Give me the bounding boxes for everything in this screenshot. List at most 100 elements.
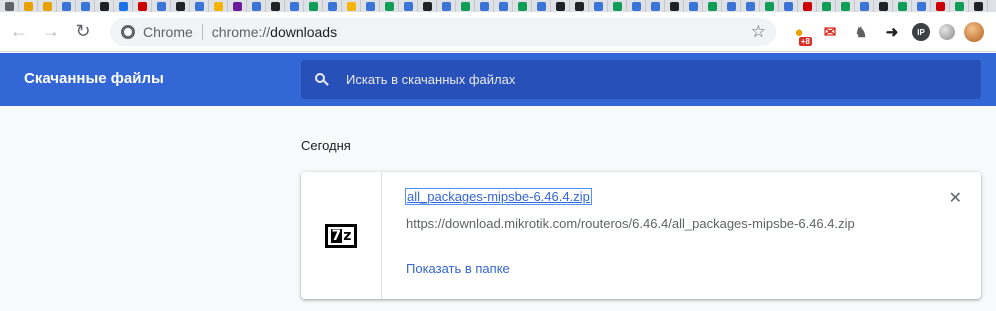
address-bar[interactable]: Chrome chrome://downloads ☆ [110,18,776,46]
back-arrow-icon[interactable]: ← [6,19,32,45]
browser-tab[interactable] [513,0,532,12]
bookmark-star-icon[interactable]: ☆ [751,22,766,42]
browser-tab[interactable] [19,0,38,12]
tab-favicon-icon [802,1,812,11]
browser-tab[interactable] [171,0,190,12]
tab-favicon-icon [251,1,261,11]
browser-tab[interactable] [741,0,760,12]
chrome-icon [121,25,135,39]
reload-icon[interactable]: ↻ [70,19,96,45]
spy-extension-icon[interactable]: ♞ [850,21,872,43]
browser-tab[interactable] [133,0,152,12]
tab-favicon-icon [555,1,565,11]
browser-tab[interactable] [760,0,779,12]
browser-tab[interactable] [817,0,836,12]
browser-tab[interactable] [665,0,684,12]
browser-tab[interactable] [456,0,475,12]
browser-tab[interactable] [779,0,798,12]
browser-tab[interactable] [437,0,456,12]
browser-tab[interactable] [627,0,646,12]
file-source-url: https://download.mikrotik.com/routeros/6… [406,216,855,231]
browser-tab[interactable] [247,0,266,12]
site-chip-label: Chrome [143,24,193,40]
browser-tab[interactable] [722,0,741,12]
browser-tab[interactable] [855,0,874,12]
7zip-file-icon: 7z [325,223,357,248]
browser-tab[interactable] [969,0,988,12]
browser-tab[interactable] [57,0,76,12]
browser-tab[interactable] [836,0,855,12]
browser-tab[interactable] [703,0,722,12]
browser-tab[interactable] [532,0,551,12]
tab-favicon-icon [593,1,603,11]
tab-strip [0,0,996,12]
browser-tab[interactable] [608,0,627,12]
tab-favicon-icon [631,1,641,11]
tab-favicon-icon [517,1,527,11]
browser-tab[interactable] [684,0,703,12]
browser-tab[interactable] [551,0,570,12]
globe-extension-icon[interactable] [939,24,955,40]
forward-arrow-icon[interactable]: → [38,19,64,45]
browser-tab[interactable] [190,0,209,12]
tab-favicon-icon [935,1,945,11]
tab-favicon-icon [422,1,432,11]
tab-favicon-icon [61,1,71,11]
browser-tab[interactable] [418,0,437,12]
browser-tab[interactable] [285,0,304,12]
file-name-link[interactable]: all_packages-mipsbe-6.46.4.zip [405,188,592,205]
tab-favicon-icon [536,1,546,11]
browser-tab[interactable] [475,0,494,12]
browser-tab[interactable] [76,0,95,12]
browser-tab[interactable] [38,0,57,12]
close-icon[interactable]: ✕ [949,188,962,208]
browser-tab[interactable] [209,0,228,12]
browser-tab[interactable] [304,0,323,12]
tab-favicon-icon [897,1,907,11]
browser-tab[interactable] [931,0,950,12]
browser-tab[interactable] [228,0,247,12]
ip-extension-icon[interactable]: IP [912,23,930,41]
browser-tab[interactable] [494,0,513,12]
tab-favicon-icon [479,1,489,11]
page-title: Скачанные файлы [24,70,164,87]
browser-tab[interactable] [399,0,418,12]
search-icon [315,72,329,87]
tab-favicon-icon [460,1,470,11]
tab-favicon-icon [669,1,679,11]
browser-tab[interactable] [646,0,665,12]
browser-tab[interactable] [589,0,608,12]
browser-tab[interactable] [893,0,912,12]
arrow-extension-icon[interactable]: ➜ [881,21,903,43]
search-input[interactable]: Искать в скачанных файлах [301,60,981,99]
download-item: 7z all_packages-mipsbe-6.46.4.zip https:… [301,172,981,299]
browser-tab[interactable] [912,0,931,12]
tab-favicon-icon [308,1,318,11]
browser-tab[interactable] [570,0,589,12]
tab-favicon-icon [384,1,394,11]
browser-tab[interactable] [95,0,114,12]
browser-tab[interactable] [874,0,893,12]
tab-favicon-icon [175,1,185,11]
browser-tab[interactable] [323,0,342,12]
tab-favicon-icon [612,1,622,11]
browser-tab[interactable] [266,0,285,12]
tab-favicon-icon [80,1,90,11]
browser-tab[interactable] [152,0,171,12]
browser-tab[interactable] [0,0,19,12]
browser-tab[interactable] [342,0,361,12]
notification-extension-icon[interactable]: ● +8 [788,21,812,46]
tab-favicon-icon [42,1,52,11]
tab-favicon-icon [232,1,242,11]
browser-tab[interactable] [380,0,399,12]
browser-tab[interactable] [114,0,133,12]
tab-favicon-icon [859,1,869,11]
browser-tab[interactable] [798,0,817,12]
gmail-extension-icon[interactable]: ✉ [819,21,841,43]
show-in-folder-link[interactable]: Показать в папке [406,261,510,276]
browser-tab[interactable] [950,0,969,12]
omnibox-divider [201,24,203,40]
browser-tab[interactable] [361,0,380,12]
profile-avatar[interactable] [964,22,984,42]
url-text: chrome://downloads [212,24,337,40]
